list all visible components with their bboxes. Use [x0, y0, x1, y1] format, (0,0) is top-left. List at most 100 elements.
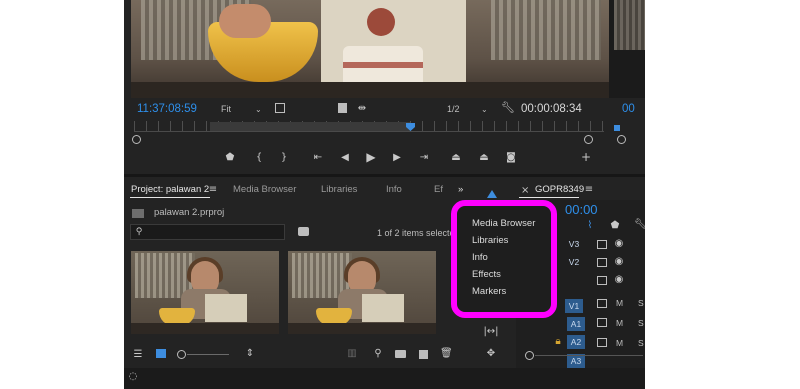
trash-icon[interactable]: 🗑︎ — [440, 349, 453, 359]
resolution-dropdown[interactable]: 1/2 — [447, 104, 460, 114]
video-hand — [219, 4, 271, 38]
tab-project[interactable]: Project: palawan 2 — [131, 184, 209, 195]
new-item-icon[interactable] — [419, 350, 428, 359]
fit-dropdown-caret[interactable]: ⌄ — [255, 105, 262, 114]
a3-mute-button[interactable]: M — [616, 338, 623, 348]
menu-item-markers[interactable]: Markers — [472, 286, 506, 297]
sequence-tab-underline — [519, 197, 579, 198]
a3-solo-button[interactable]: S — [638, 338, 644, 348]
timeline-settings-icon[interactable]: 🔧︎ — [634, 220, 645, 230]
track-v1[interactable]: V1 — [565, 299, 583, 313]
a1-solo-button[interactable]: S — [638, 298, 644, 308]
snap-icon[interactable]: ⌇ — [585, 221, 595, 231]
track-a1[interactable]: A1 — [567, 317, 585, 331]
new-bin-icon[interactable] — [395, 350, 406, 358]
tab-effects-truncated[interactable]: Ef — [434, 184, 443, 195]
extract-icon[interactable]: ⏏ — [477, 153, 491, 163]
add-marker-icon[interactable]: ⬟ — [610, 221, 620, 231]
project-file-name: palawan 2.prproj — [154, 207, 225, 218]
v3-eye-icon[interactable]: ◉ — [614, 239, 624, 249]
panel-overflow-button[interactable]: » — [458, 184, 463, 195]
a1-mute-button[interactable]: M — [616, 298, 623, 308]
zoom-scrollbar-track[interactable] — [134, 131, 604, 132]
track-a3[interactable]: A3 — [567, 354, 585, 368]
a3-output-icon[interactable] — [597, 338, 607, 347]
thumb-2-table — [288, 323, 436, 334]
new-bin-from-search-icon[interactable] — [298, 227, 309, 236]
sequence-tab[interactable]: GOPR8349 — [535, 184, 584, 195]
current-timecode[interactable]: 11:37:08:59 — [137, 103, 197, 115]
list-view-icon[interactable]: ☰ — [132, 350, 144, 360]
clip-thumbnail-1[interactable] — [131, 251, 279, 334]
lift-icon[interactable]: ⏏ — [449, 153, 463, 163]
plus-icon[interactable]: + — [580, 151, 592, 163]
source-playhead[interactable] — [614, 125, 620, 131]
resolution-dropdown-caret[interactable]: ⌄ — [481, 105, 488, 114]
hand-tool-icon[interactable]: ✥ — [483, 349, 499, 359]
track-a2[interactable]: A2 — [567, 335, 585, 349]
fit-dropdown[interactable]: Fit — [221, 104, 231, 114]
find-icon[interactable]: ⚲ — [372, 349, 384, 359]
icon-view-icon[interactable] — [156, 349, 166, 358]
zoom-scroll-left-handle[interactable] — [132, 135, 141, 144]
project-folder-icon — [132, 209, 144, 218]
panel-separator — [124, 174, 645, 177]
play-icon[interactable]: ▶ — [365, 151, 377, 163]
a2-mute-button[interactable]: M — [616, 318, 623, 328]
step-forward-icon[interactable]: ▶ — [391, 153, 403, 163]
thumb-1-table — [131, 323, 279, 334]
track-v2[interactable]: V2 — [565, 255, 583, 269]
wrench-icon[interactable]: 🔧︎ — [501, 102, 515, 113]
menu-item-media-browser[interactable]: Media Browser — [472, 218, 535, 229]
tab-info[interactable]: Info — [386, 184, 402, 195]
active-tab-underline — [130, 197, 210, 198]
a2-output-icon[interactable] — [597, 318, 607, 327]
marker-icon[interactable]: ⬟ — [225, 153, 235, 163]
v1-output-icon[interactable] — [597, 276, 607, 285]
go-to-out-icon[interactable]: ⇥ — [417, 153, 431, 163]
panel-menu-icon[interactable]: ≡ — [208, 185, 218, 195]
mark-out-icon[interactable]: } — [279, 153, 289, 163]
v2-eye-icon[interactable]: ◉ — [614, 257, 624, 267]
zoom-scroll-right-handle[interactable] — [584, 135, 593, 144]
go-to-in-icon[interactable]: ⇤ — [311, 153, 325, 163]
settings-box-icon[interactable] — [275, 103, 285, 113]
close-sequence-icon[interactable]: × — [521, 186, 529, 196]
sequence-menu-icon[interactable]: ≡ — [584, 185, 594, 195]
in-out-range[interactable] — [210, 122, 410, 131]
menu-item-libraries[interactable]: Libraries — [472, 235, 508, 246]
a1-output-icon[interactable] — [597, 299, 607, 308]
menu-item-info[interactable]: Info — [472, 252, 488, 263]
zoom-slider-track[interactable] — [187, 354, 229, 355]
source-scroll-handle[interactable] — [617, 135, 626, 144]
thumb-2-box — [362, 294, 404, 322]
tab-media-browser[interactable]: Media Browser — [233, 184, 296, 195]
timeline-zoom-track[interactable] — [535, 355, 643, 356]
slip-tool-icon[interactable]: |↔| — [482, 327, 500, 337]
camera-icon[interactable]: ◙ — [504, 153, 518, 163]
timeline-zoom-handle[interactable] — [525, 351, 534, 360]
compare-icon[interactable]: ⇹ — [355, 104, 369, 114]
zoom-slider-handle[interactable] — [177, 350, 186, 359]
search-input[interactable]: ⚲ — [130, 224, 285, 240]
v2-output-icon[interactable] — [597, 258, 607, 267]
menu-item-effects[interactable]: Effects — [472, 269, 501, 280]
clip-thumbnail-2[interactable] — [288, 251, 436, 334]
a2-solo-button[interactable]: S — [638, 318, 644, 328]
sort-icon[interactable]: ⇕ — [245, 349, 255, 359]
sequence-timecode[interactable]: 00:00 — [565, 202, 598, 217]
tab-libraries[interactable]: Libraries — [321, 184, 357, 195]
program-monitor-video[interactable] — [131, 0, 609, 98]
track-v3[interactable]: V3 — [565, 237, 583, 251]
status-icon: ◌ — [128, 371, 138, 382]
v1-eye-icon[interactable]: ◉ — [614, 275, 624, 285]
source-monitor-preview — [614, 0, 645, 50]
safe-margins-icon[interactable] — [338, 103, 347, 113]
step-back-icon[interactable]: ◀ — [339, 153, 351, 163]
selection-tool-icon[interactable] — [487, 190, 497, 198]
source-timecode-partial[interactable]: 00 — [622, 103, 635, 115]
v3-output-icon[interactable] — [597, 240, 607, 249]
mark-in-icon[interactable]: { — [254, 153, 264, 163]
automate-to-sequence-icon[interactable]: ▥ — [346, 349, 358, 359]
a3-lock-icon[interactable]: 🔒︎ — [553, 337, 563, 347]
